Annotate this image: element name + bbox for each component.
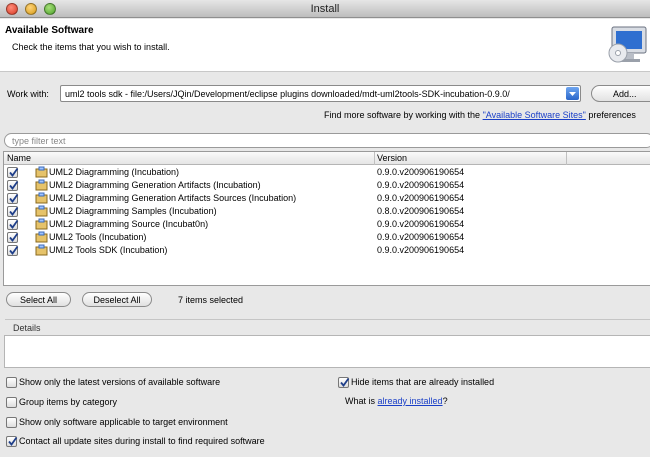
feature-package-icon bbox=[35, 205, 48, 217]
chevron-down-icon[interactable] bbox=[566, 87, 579, 100]
feature-package-icon bbox=[35, 179, 48, 191]
row-checkbox[interactable] bbox=[7, 232, 19, 243]
table-header: Name Version bbox=[4, 152, 650, 165]
available-sites-link[interactable]: "Available Software Sites" bbox=[483, 110, 586, 120]
row-name: UML2 Tools SDK (Incubation) bbox=[49, 245, 168, 255]
add-site-label: Add... bbox=[613, 89, 637, 99]
row-checkbox[interactable] bbox=[7, 167, 19, 178]
feature-package-icon bbox=[35, 231, 48, 243]
row-checkbox[interactable] bbox=[7, 206, 19, 217]
latest-versions-label: Show only the latest versions of availab… bbox=[19, 377, 221, 387]
find-more-suffix: preferences bbox=[585, 110, 636, 120]
row-name: UML2 Diagramming Generation Artifacts So… bbox=[49, 193, 297, 203]
filter-input[interactable]: type filter text bbox=[4, 133, 650, 148]
work-with-combo[interactable]: uml2 tools sdk - file:/Users/JQin/Develo… bbox=[60, 85, 581, 102]
table-row[interactable]: UML2 Tools SDK (Incubation) 0.9.0.v20090… bbox=[4, 244, 650, 257]
what-is-suffix: ? bbox=[442, 396, 448, 406]
find-more-prefix: Find more software by working with the bbox=[324, 110, 483, 120]
row-name: UML2 Diagramming (Incubation) bbox=[49, 167, 180, 177]
what-is-installed-text: What is already installed? bbox=[345, 396, 448, 406]
row-checkbox[interactable] bbox=[7, 219, 19, 230]
hide-installed-label: Hide items that are already installed bbox=[351, 377, 495, 387]
what-is-prefix: What is bbox=[345, 396, 378, 406]
contact-sites-label: Contact all update sites during install … bbox=[19, 436, 265, 446]
row-checkbox[interactable] bbox=[7, 180, 19, 191]
table-row[interactable]: UML2 Diagramming (Incubation) 0.9.0.v200… bbox=[4, 166, 650, 179]
window-title: Install bbox=[310, 3, 340, 15]
monitor-cd-icon bbox=[608, 26, 647, 63]
target-env-checkbox[interactable] bbox=[6, 417, 17, 428]
title-bar: Install bbox=[0, 0, 650, 18]
contact-sites-checkbox[interactable] bbox=[6, 436, 18, 447]
row-name: UML2 Diagramming Generation Artifacts (I… bbox=[49, 180, 261, 190]
hide-installed-checkbox[interactable] bbox=[338, 377, 350, 388]
details-divider bbox=[5, 319, 650, 320]
details-area bbox=[4, 335, 650, 368]
column-header-name[interactable]: Name bbox=[7, 153, 31, 163]
feature-package-icon bbox=[35, 218, 48, 230]
row-version: 0.9.0.v200906190654 bbox=[377, 167, 465, 177]
row-version: 0.9.0.v200906190654 bbox=[377, 193, 465, 203]
column-header-version[interactable]: Version bbox=[377, 153, 407, 163]
row-version: 0.9.0.v200906190654 bbox=[377, 245, 465, 255]
work-with-value: uml2 tools sdk - file:/Users/JQin/Develo… bbox=[65, 89, 510, 99]
row-name: UML2 Diagramming Source (Incubat0n) bbox=[49, 219, 209, 229]
header-description: Check the items that you wish to install… bbox=[12, 42, 170, 52]
select-all-label: Select All bbox=[19, 295, 58, 305]
filter-placeholder: type filter text bbox=[12, 136, 66, 146]
table-row[interactable]: UML2 Diagramming Generation Artifacts So… bbox=[4, 192, 650, 205]
row-version: 0.9.0.v200906190654 bbox=[377, 219, 465, 229]
software-table: Name Version UML2 Diagramming (Incubatio… bbox=[3, 151, 650, 286]
work-with-label: Work with: bbox=[7, 89, 49, 99]
feature-package-icon bbox=[35, 244, 48, 256]
table-row[interactable]: UML2 Diagramming Samples (Incubation) 0.… bbox=[4, 205, 650, 218]
details-label: Details bbox=[13, 323, 41, 333]
selected-count: 7 items selected bbox=[178, 295, 244, 305]
already-installed-link[interactable]: already installed bbox=[378, 396, 443, 406]
add-site-button[interactable]: Add... bbox=[591, 85, 650, 102]
table-row[interactable]: UML2 Diagramming Generation Artifacts (I… bbox=[4, 179, 650, 192]
select-all-button[interactable]: Select All bbox=[6, 292, 71, 307]
row-name: UML2 Tools (Incubation) bbox=[49, 232, 147, 242]
feature-package-icon bbox=[35, 192, 48, 204]
latest-versions-checkbox[interactable] bbox=[6, 377, 17, 388]
row-version: 0.9.0.v200906190654 bbox=[377, 180, 465, 190]
row-version: 0.9.0.v200906190654 bbox=[377, 232, 465, 242]
row-version: 0.8.0.v200906190654 bbox=[377, 206, 465, 216]
table-row[interactable]: UML2 Tools (Incubation) 0.9.0.v200906190… bbox=[4, 231, 650, 244]
target-env-label: Show only software applicable to target … bbox=[19, 417, 228, 427]
group-by-category-checkbox[interactable] bbox=[6, 397, 17, 408]
group-by-category-label: Group items by category bbox=[19, 397, 118, 407]
feature-package-icon bbox=[35, 166, 48, 178]
row-checkbox[interactable] bbox=[7, 193, 19, 204]
row-name: UML2 Diagramming Samples (Incubation) bbox=[49, 206, 217, 216]
header-title: Available Software bbox=[5, 25, 94, 36]
find-more-text: Find more software by working with the "… bbox=[324, 110, 636, 120]
row-checkbox[interactable] bbox=[7, 245, 19, 256]
deselect-all-button[interactable]: Deselect All bbox=[82, 292, 152, 307]
table-row[interactable]: UML2 Diagramming Source (Incubat0n) 0.9.… bbox=[4, 218, 650, 231]
dialog-header: Available Software Check the items that … bbox=[0, 19, 650, 72]
deselect-all-label: Deselect All bbox=[93, 295, 141, 305]
